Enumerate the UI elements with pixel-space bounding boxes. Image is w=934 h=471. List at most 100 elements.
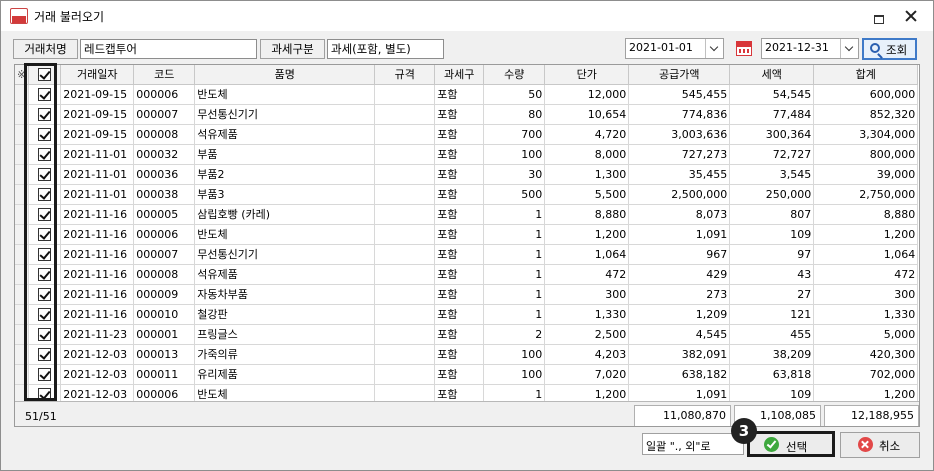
table-row[interactable]: 2021-12-03 000013 가죽의류 포함 100 4,203 382,091 38,…	[15, 344, 919, 365]
table-row[interactable]: 2021-12-03 000011 유리제품 포함 100 7,020 638,182 63,…	[15, 364, 919, 385]
table-cell: 철강판	[194, 304, 376, 325]
table-cell: 2021-11-01	[60, 164, 135, 185]
table-row[interactable]: 2021-11-16 000008 석유제품 포함 1 472 429 43 472	[15, 264, 919, 285]
tax-type-field[interactable]: 과세(포함, 별도)	[327, 39, 444, 59]
table-cell	[374, 264, 436, 285]
restore-icon[interactable]	[869, 7, 889, 25]
table-row[interactable]: 2021-09-15 000008 석유제품 포함 700 4,720 3,003,636 3…	[15, 124, 919, 145]
table-row[interactable]: 2021-11-16 000009 자동차부품 포함 1 300 273 27 300	[15, 284, 919, 305]
checkbox-icon[interactable]	[38, 267, 52, 281]
table-row[interactable]: 2021-11-23 000001 프링글스 포함 2 2,500 4,545 455 5,00…	[15, 324, 919, 345]
checkbox-icon[interactable]	[38, 367, 52, 381]
column-header[interactable]: 합계	[813, 65, 919, 85]
checkbox-icon[interactable]	[38, 207, 52, 221]
row-checkbox[interactable]	[28, 244, 62, 265]
cancel-button[interactable]: 취소	[840, 432, 920, 458]
chevron-down-icon[interactable]	[705, 39, 723, 58]
checkbox-icon[interactable]	[38, 247, 52, 261]
row-checkbox[interactable]	[28, 84, 62, 105]
checkbox-icon[interactable]	[38, 87, 52, 101]
table-row[interactable]: 2021-11-16 000005 삼립호빵 (카레) 포함 1 8,880 8,073 80…	[15, 204, 919, 225]
table-cell: 2021-11-16	[60, 224, 135, 245]
checkbox-icon[interactable]	[38, 147, 52, 161]
table-cell: 1,091	[628, 224, 731, 245]
table-row[interactable]: 2021-11-16 000006 반도체 포함 1 1,200 1,091 109 1,200	[15, 224, 919, 245]
column-header[interactable]: 코드	[133, 65, 196, 85]
checkbox-icon[interactable]	[38, 287, 52, 301]
row-checkbox[interactable]	[28, 204, 62, 225]
row-checkbox[interactable]	[28, 264, 62, 285]
table-cell: 109	[729, 224, 815, 245]
table-cell: 774,836	[628, 104, 731, 125]
table-cell: 1,330	[813, 304, 919, 325]
table-cell: 000007	[133, 104, 196, 125]
column-header[interactable]: 수량	[483, 65, 546, 85]
table-cell: 2021-11-16	[60, 284, 135, 305]
table-row[interactable]: 2021-11-16 000010 철강판 포함 1 1,330 1,209 121 1,330	[15, 304, 919, 325]
checkbox-icon[interactable]	[38, 227, 52, 241]
date-to-picker[interactable]: 2021-12-31	[761, 38, 859, 59]
table-cell: 2021-12-03	[60, 344, 135, 365]
column-header[interactable]: 단가	[544, 65, 630, 85]
table-cell	[374, 104, 436, 125]
table-cell: 000006	[133, 84, 196, 105]
bulk-label-combo[interactable]: 일괄 "., 외"로	[642, 433, 744, 455]
table-cell: 부품3	[194, 184, 376, 205]
column-header[interactable]: 과세구	[434, 65, 485, 85]
row-checkbox[interactable]	[28, 344, 62, 365]
row-checkbox[interactable]	[28, 304, 62, 325]
checkbox-icon[interactable]	[38, 127, 52, 141]
table-row[interactable]: 2021-11-01 000038 부품3 포함 500 5,500 2,500,000 25…	[15, 184, 919, 205]
checkbox-icon[interactable]	[38, 327, 52, 341]
checkbox-icon[interactable]	[38, 167, 52, 181]
column-header[interactable]: 품명	[194, 65, 376, 85]
table-row[interactable]: 2021-09-15 000007 무선통신기기 포함 80 10,654 774,836 7…	[15, 104, 919, 125]
row-checkbox[interactable]	[28, 164, 62, 185]
checkbox-icon[interactable]	[38, 347, 52, 361]
table-cell: 3,545	[729, 164, 815, 185]
chevron-down-icon[interactable]	[840, 39, 858, 58]
row-checkbox[interactable]	[28, 324, 62, 345]
table-cell: 2021-11-16	[60, 244, 135, 265]
table-row[interactable]: 2021-11-16 000007 무선통신기기 포함 1 1,064 967 97 1,064	[15, 244, 919, 265]
table-cell	[374, 224, 436, 245]
row-checkbox[interactable]	[28, 184, 62, 205]
checkbox-icon[interactable]	[38, 107, 52, 121]
select-button[interactable]: 선택	[747, 431, 835, 457]
checkbox-icon[interactable]	[38, 307, 52, 321]
table-row[interactable]: 2021-11-01 000032 부품 포함 100 8,000 727,273 72,72…	[15, 144, 919, 165]
table-cell: 000005	[133, 204, 196, 225]
client-name-field[interactable]: 레드캡투어	[80, 39, 257, 59]
checkbox-icon[interactable]	[38, 68, 52, 81]
table-cell: 4,545	[628, 324, 731, 345]
checkbox-icon[interactable]	[38, 187, 52, 201]
column-header[interactable]: 공급가액	[628, 65, 731, 85]
row-checkbox[interactable]	[28, 364, 62, 385]
table-cell: 12,000	[544, 84, 630, 105]
row-checkbox[interactable]	[28, 104, 62, 125]
row-checkbox[interactable]	[28, 124, 62, 145]
close-icon[interactable]	[901, 7, 921, 25]
table-cell: 10,654	[544, 104, 630, 125]
table-cell: 2,500	[544, 324, 630, 345]
table-cell: 포함	[434, 344, 485, 365]
table-cell	[374, 124, 436, 145]
column-header[interactable]: 규격	[374, 65, 436, 85]
date-from-picker[interactable]: 2021-01-01	[625, 38, 724, 59]
row-checkbox[interactable]	[28, 224, 62, 245]
table-cell: 포함	[434, 144, 485, 165]
column-header[interactable]: 세액	[729, 65, 815, 85]
table-cell: 7,020	[544, 364, 630, 385]
table-row[interactable]: 2021-11-01 000036 부품2 포함 30 1,300 35,455 3,545 3…	[15, 164, 919, 185]
table-cell: 702,000	[813, 364, 919, 385]
select-all-checkbox[interactable]	[28, 65, 62, 85]
row-checkbox[interactable]	[28, 144, 62, 165]
checkbox-icon[interactable]	[38, 387, 52, 401]
row-checkbox[interactable]	[28, 284, 62, 305]
tax-type-label: 과세구분	[260, 39, 325, 59]
table-row[interactable]: 2021-09-15 000006 반도체 포함 50 12,000 545,455 54,5…	[15, 84, 919, 105]
calendar-icon[interactable]	[736, 41, 752, 56]
table-cell	[374, 364, 436, 385]
column-header[interactable]: 거래일자	[60, 65, 135, 85]
search-button[interactable]: 조회	[862, 38, 917, 60]
